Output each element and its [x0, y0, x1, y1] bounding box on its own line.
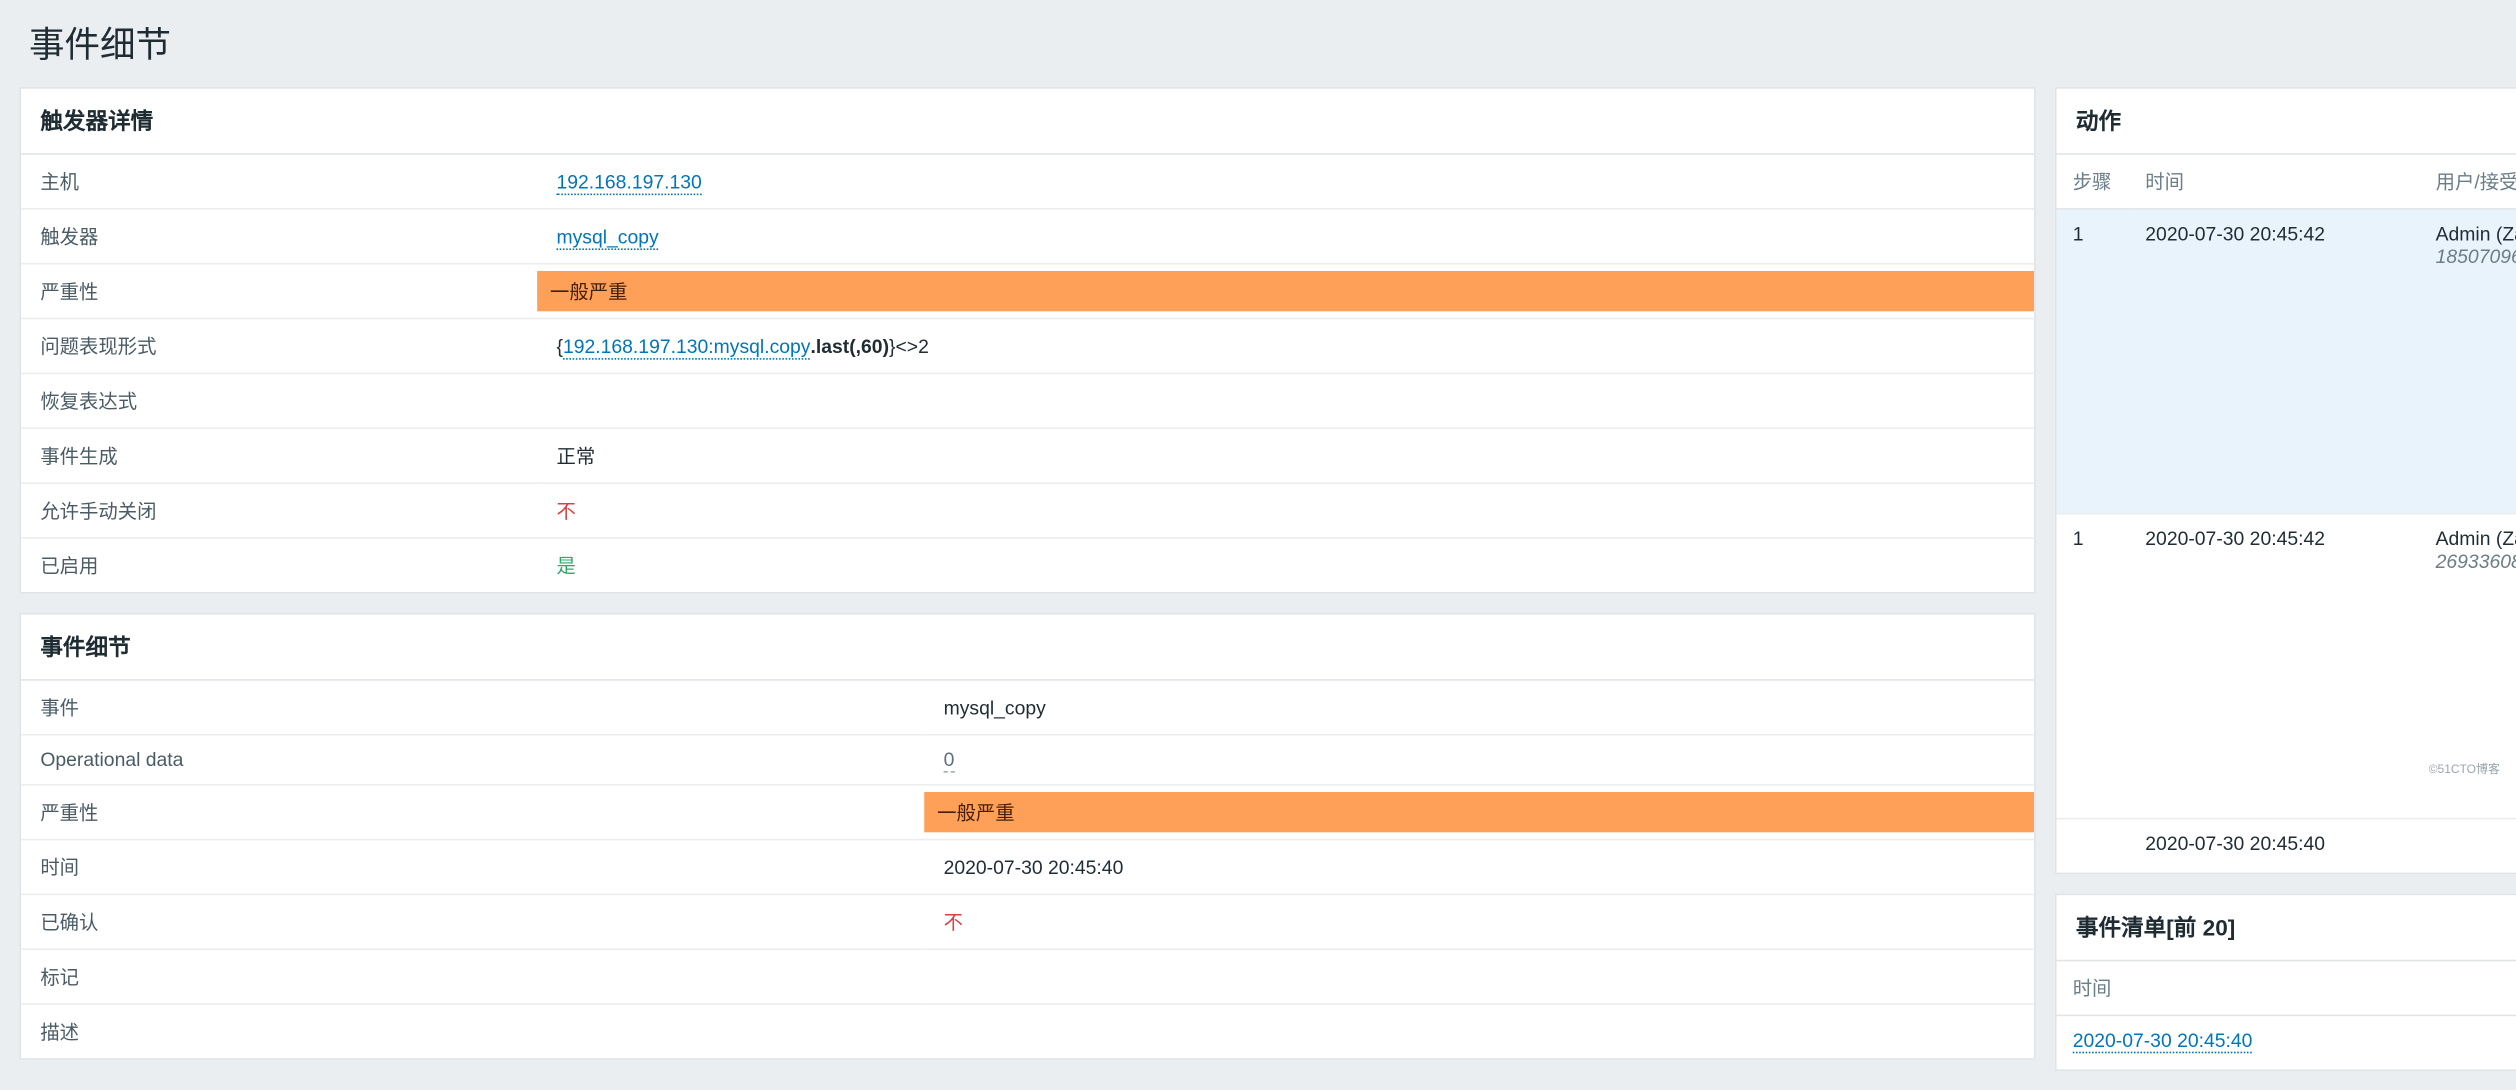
- cell-step: 1: [2057, 209, 2130, 513]
- severity-badge: 一般严重: [537, 271, 2034, 311]
- label-time: 时间: [21, 840, 924, 895]
- panel-actions: 动作 步骤 时间 用户/接受者 动作 信息/命令 状态 信息 12020-07-…: [2055, 87, 2516, 873]
- cell-step: [2057, 818, 2130, 872]
- value-event: mysql_copy: [924, 681, 2034, 735]
- panel-trigger-details: 触发器详情 主机 192.168.197.130 触发器 mysql_copy …: [19, 87, 2035, 593]
- value-time: 2020-07-30 20:45:40: [924, 840, 2034, 895]
- panel-event-list: 事件清单[前 20] 时间 恢复时间 状态 持续时间 持续时间 确认 动作 20…: [2055, 893, 2516, 1070]
- panel-header: 触发器详情: [21, 89, 2034, 155]
- col-time: 时间: [2057, 961, 2516, 1015]
- cell-user: Admin (Zabbix Administrator)18507096303: [2420, 209, 2516, 513]
- panel-header: 动作: [2057, 89, 2516, 155]
- link-host[interactable]: 192.168.197.130: [556, 170, 701, 194]
- severity-badge: 一般严重: [924, 792, 2034, 832]
- panel-header: 事件细节: [21, 615, 2034, 681]
- watermark: ©51CTO博客: [2429, 760, 2500, 777]
- label-host: 主机: [21, 155, 537, 209]
- value-expression: {192.168.197.130:mysql.copy.last(,60)}<>…: [537, 319, 2034, 374]
- col-user: 用户/接受者: [2420, 155, 2516, 209]
- label-enabled: 已启用: [21, 538, 537, 592]
- page-title: 事件细节: [0, 0, 2516, 87]
- value-manual-close: 不: [556, 500, 575, 523]
- label-severity: 严重性: [21, 264, 537, 319]
- label-tags: 标记: [21, 949, 924, 1004]
- panel-event-details: 事件细节 事件 mysql_copy Operational data 0 严重…: [19, 613, 2035, 1060]
- label-expression: 问题表现形式: [21, 319, 537, 374]
- link-expression-host[interactable]: 192.168.197.130:mysql.copy: [563, 335, 811, 359]
- label-desc: 描述: [21, 1004, 924, 1058]
- link-trigger[interactable]: mysql_copy: [556, 225, 658, 249]
- cell-time: 2020-07-30 20:45:42: [2129, 209, 2419, 513]
- value-recovery: [537, 373, 2034, 428]
- panel-header: 事件清单[前 20]: [2057, 894, 2516, 960]
- label-trigger: 触发器: [21, 209, 537, 264]
- col-step: 步骤: [2057, 155, 2130, 209]
- value-event-gen: 正常: [537, 428, 2034, 483]
- label-severity: 严重性: [21, 785, 924, 840]
- value-enabled: 是: [556, 555, 575, 578]
- label-event: 事件: [21, 681, 924, 735]
- label-manual-close: 允许手动关闭: [21, 483, 537, 538]
- cell-time: 2020-07-30 20:45:40: [2129, 818, 2419, 872]
- value-tags: [924, 949, 2034, 1004]
- label-ack: 已确认: [21, 894, 924, 949]
- table-row: 12020-07-30 20:45:42Admin (Zabbix Admini…: [2057, 209, 2516, 513]
- cell-time: 2020-07-30 20:45:42: [2129, 513, 2419, 817]
- value-desc: [924, 1004, 2034, 1058]
- label-opdata: Operational data: [21, 735, 924, 785]
- table-row: 2020-07-30 20:45:40: [2057, 818, 2516, 872]
- col-time: 时间: [2129, 155, 2419, 209]
- cell-user: [2420, 818, 2516, 872]
- label-recovery: 恢复表达式: [21, 373, 537, 428]
- link-event-time[interactable]: 2020-07-30 20:45:40: [2073, 1028, 2253, 1052]
- table-row[interactable]: 2020-07-30 20:45:40 问题 16s 16s 不 2: [2057, 1015, 2516, 1069]
- value-opdata[interactable]: 0: [944, 748, 955, 772]
- label-event-gen: 事件生成: [21, 428, 537, 483]
- cell-step: 1: [2057, 513, 2130, 817]
- value-ack: 不: [944, 911, 963, 934]
